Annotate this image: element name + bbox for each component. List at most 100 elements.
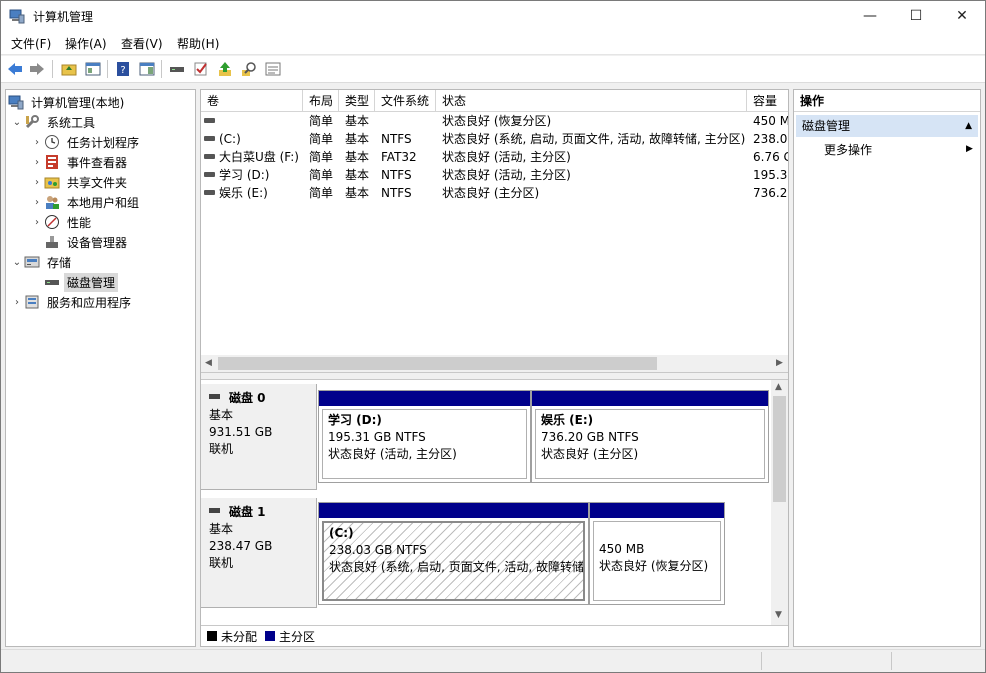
column-header-volume[interactable]: 卷 <box>201 90 303 112</box>
disk-type: 基本 <box>209 408 234 422</box>
tree-item-services-apps[interactable]: › 服务和应用程序 <box>10 292 134 312</box>
partition-recovery[interactable]: 450 MB 状态良好 (恢复分区) <box>589 502 725 605</box>
tools-icon <box>24 114 40 130</box>
tree-item-root[interactable]: 计算机管理(本地) <box>8 92 127 112</box>
tree-label: 存储 <box>47 255 72 270</box>
tree-label: 设备管理器 <box>67 235 128 250</box>
back-arrow-icon[interactable] <box>5 59 25 79</box>
connect-icon[interactable] <box>167 59 187 79</box>
chevron-right-icon[interactable]: › <box>30 137 44 148</box>
table-row[interactable]: 简单 基本 状态良好 (恢复分区) 450 M <box>201 112 788 130</box>
table-row[interactable]: 大白菜U盘 (F:) 简单 基本 FAT32 状态良好 (活动, 主分区) 6.… <box>201 148 788 166</box>
column-header-type[interactable]: 类型 <box>339 90 375 112</box>
tree-label: 共享文件夹 <box>67 175 128 190</box>
scroll-right-icon[interactable]: ▶ <box>776 358 783 368</box>
tree-label: 事件查看器 <box>67 155 128 170</box>
chevron-right-icon[interactable]: › <box>10 297 24 308</box>
computer-management-icon <box>9 8 25 24</box>
column-header-layout[interactable]: 布局 <box>303 90 339 112</box>
maximize-button[interactable]: ☐ <box>893 1 939 31</box>
chevron-down-icon[interactable]: ⌄ <box>10 257 24 268</box>
services-icon <box>24 294 40 310</box>
actions-section-disk-management[interactable]: 磁盘管理 ▲ <box>796 115 978 137</box>
chevron-down-icon[interactable]: ⌄ <box>10 117 24 128</box>
table-row[interactable]: (C:) 简单 基本 NTFS 状态良好 (系统, 启动, 页面文件, 活动, … <box>201 130 788 148</box>
volume-list-horizontal-scrollbar[interactable]: ◀ ▶ <box>201 355 788 372</box>
menu-action[interactable]: 操作(A) <box>65 35 107 52</box>
chevron-right-icon[interactable]: › <box>30 197 44 208</box>
capacity-cell: 6.76 G <box>753 150 788 164</box>
forward-arrow-icon[interactable] <box>27 59 47 79</box>
tree-item-system-tools[interactable]: ⌄ 系统工具 <box>10 112 98 132</box>
title-bar[interactable]: 计算机管理 — ☐ ✕ <box>1 1 985 31</box>
partition-e[interactable]: 娱乐 (E:) 736.20 GB NTFS 状态良好 (主分区) <box>531 390 769 483</box>
layout-cell: 简单 <box>309 186 334 200</box>
show-hide-tree-icon[interactable] <box>83 59 103 79</box>
primary-partition-bar <box>590 503 724 518</box>
storage-icon <box>24 254 40 270</box>
tree-item-shared-folders[interactable]: › 共享文件夹 <box>30 172 130 192</box>
search-icon[interactable] <box>239 59 259 79</box>
upload-icon[interactable] <box>215 59 235 79</box>
shared-folder-icon <box>44 174 60 190</box>
status-segment <box>761 652 891 670</box>
volume-name-cell <box>204 112 303 130</box>
scroll-down-icon[interactable]: ▼ <box>775 610 782 620</box>
partition-d[interactable]: 学习 (D:) 195.31 GB NTFS 状态良好 (活动, 主分区) <box>318 390 531 483</box>
tree-item-performance[interactable]: › 性能 <box>30 212 94 232</box>
chevron-right-icon[interactable]: › <box>30 177 44 188</box>
check-icon[interactable] <box>191 59 211 79</box>
volume-name: 学习 (D:) <box>219 168 270 182</box>
menu-bar: 文件(F) 操作(A) 查看(V) 帮助(H) <box>1 31 985 55</box>
pane-splitter[interactable] <box>201 372 788 380</box>
partition-body: 450 MB 状态良好 (恢复分区) <box>593 521 721 601</box>
list-icon[interactable] <box>263 59 283 79</box>
table-row[interactable]: 娱乐 (E:) 简单 基本 NTFS 状态良好 (主分区) 736.20 <box>201 184 788 202</box>
submenu-arrow-icon[interactable]: ▶ <box>966 144 973 154</box>
tree-item-event-viewer[interactable]: › 事件查看器 <box>30 152 130 172</box>
partition-body-selected: (C:) 238.03 GB NTFS 状态良好 (系统, 启动, 页面文件, … <box>322 521 585 601</box>
menu-help[interactable]: 帮助(H) <box>177 35 219 52</box>
table-row[interactable]: 学习 (D:) 简单 基本 NTFS 状态良好 (活动, 主分区) 195.31 <box>201 166 788 184</box>
drive-icon <box>204 154 215 159</box>
collapse-up-icon[interactable]: ▲ <box>965 115 972 137</box>
tree-item-task-scheduler[interactable]: › 任务计划程序 <box>30 132 142 152</box>
scrollbar-thumb[interactable] <box>218 357 657 370</box>
column-header-capacity[interactable]: 容量 <box>747 90 788 112</box>
status-bar <box>1 649 985 672</box>
status-cell: 状态良好 (主分区) <box>442 186 540 200</box>
tree-item-storage[interactable]: ⌄ 存储 <box>10 252 74 272</box>
properties-icon[interactable] <box>137 59 157 79</box>
partition-size: 238.03 GB NTFS <box>329 543 427 557</box>
close-button[interactable]: ✕ <box>939 1 985 31</box>
chevron-right-icon[interactable]: › <box>30 217 44 228</box>
tree-item-disk-management[interactable]: 磁盘管理 <box>44 272 119 292</box>
chevron-right-icon[interactable]: › <box>30 157 44 168</box>
partition-c[interactable]: (C:) 238.03 GB NTFS 状态良好 (系统, 启动, 页面文件, … <box>318 502 589 605</box>
tree-item-device-manager[interactable]: 设备管理器 <box>44 232 130 252</box>
column-header-filesystem[interactable]: 文件系统 <box>375 90 436 112</box>
disk-1-label[interactable]: 磁盘 1 基本 238.47 GB 联机 <box>201 498 317 608</box>
toolbar: ? <box>1 56 985 83</box>
scrollbar-thumb[interactable] <box>773 396 786 502</box>
help-icon[interactable]: ? <box>113 59 133 79</box>
disk-map-vertical-scrollbar[interactable]: ▲ ▼ <box>771 380 788 625</box>
minimize-button[interactable]: — <box>847 1 893 31</box>
disk-0-label[interactable]: 磁盘 0 基本 931.51 GB 联机 <box>201 384 317 490</box>
partition-legend: 未分配 主分区 <box>201 625 788 646</box>
column-header-status[interactable]: 状态 <box>436 90 747 112</box>
toolbar-separator <box>161 60 162 78</box>
more-actions-item[interactable]: 更多操作 <box>824 140 872 160</box>
event-viewer-icon <box>44 154 60 170</box>
type-cell: 基本 <box>345 186 370 200</box>
filesystem-cell: NTFS <box>381 186 412 200</box>
menu-view[interactable]: 查看(V) <box>121 35 163 52</box>
scroll-up-icon[interactable]: ▲ <box>775 382 782 392</box>
tree-item-local-users[interactable]: › 本地用户和组 <box>30 192 142 212</box>
disk-map: 磁盘 0 基本 931.51 GB 联机 学习 (D:) 195.31 GB N… <box>201 380 788 625</box>
partition-name: 娱乐 (E:) <box>541 413 594 427</box>
scroll-left-icon[interactable]: ◀ <box>205 358 212 368</box>
drive-icon <box>204 190 215 195</box>
menu-file[interactable]: 文件(F) <box>11 35 51 52</box>
up-folder-icon[interactable] <box>59 59 79 79</box>
